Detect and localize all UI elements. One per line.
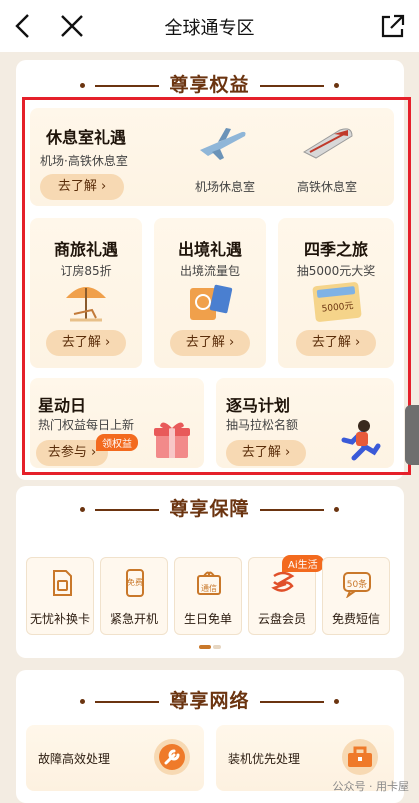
highlight-frame	[22, 97, 411, 475]
guarantee-section-title: 尊享保障	[0, 494, 419, 521]
divider-dot	[80, 83, 86, 88]
guarantee-item-emergency-power[interactable]: 免费 紧急开机	[100, 557, 168, 635]
divider-dot	[80, 699, 86, 704]
phone-free-icon-text: 免费	[127, 578, 143, 587]
divider-dot	[333, 83, 339, 88]
divider-line	[95, 84, 160, 87]
page-title: 全球通专区	[164, 18, 255, 39]
pager-dot	[213, 645, 221, 649]
share-icon[interactable]	[377, 10, 409, 42]
divider-dot	[333, 699, 339, 704]
divider-line	[95, 508, 160, 511]
divider-line	[259, 508, 324, 511]
guarantee-item-label: 生日免单	[183, 612, 232, 626]
divider-dot	[80, 507, 86, 512]
network-item-label: 装机优先处理	[228, 752, 301, 766]
sms-icon: 50条	[342, 568, 372, 599]
divider-line	[259, 700, 324, 703]
network-item-fault-handling[interactable]: 故障高效处理	[26, 725, 204, 791]
network-section-title: 尊享网络	[0, 686, 419, 713]
guarantee-item-free-sms[interactable]: 50条 免费短信	[322, 557, 390, 635]
divider-dot	[333, 507, 339, 512]
guarantee-item-sim-replace[interactable]: 无忧补换卡	[26, 557, 94, 635]
watermark-text: 公众号 · 用卡屋	[332, 780, 410, 793]
guarantee-item-label: 无忧补换卡	[29, 612, 90, 626]
top-bar: 全球通专区	[0, 0, 419, 52]
gift-box-icon-text: 通信	[201, 584, 217, 593]
divider-line	[259, 84, 324, 87]
toolbox-icon	[340, 737, 380, 781]
sms-icon-text: 50条	[346, 580, 368, 590]
sim-card-icon	[46, 568, 76, 598]
network-item-label: 故障高效处理	[38, 752, 111, 766]
divider-line	[95, 700, 160, 703]
guarantee-item-label: 紧急开机	[109, 612, 158, 626]
benefits-section-title: 尊享权益	[0, 70, 419, 97]
guarantee-item-label: 云盘会员	[257, 612, 306, 626]
floating-side-tab[interactable]	[405, 405, 419, 465]
cloud-drive-icon	[268, 568, 298, 598]
ai-life-tag: Ai生活	[282, 555, 324, 572]
guarantee-item-birthday-free[interactable]: 通信 生日免单	[174, 557, 242, 635]
guarantee-item-label: 免费短信	[331, 612, 380, 626]
network-title: 尊享网络	[169, 690, 250, 712]
pager-dot-active	[199, 645, 211, 649]
wrench-icon	[152, 737, 192, 781]
phone-free-icon: 免费	[120, 568, 150, 598]
benefits-title: 尊享权益	[169, 74, 250, 96]
gift-box-icon: 通信	[194, 568, 224, 598]
guarantee-title: 尊享保障	[169, 498, 250, 520]
